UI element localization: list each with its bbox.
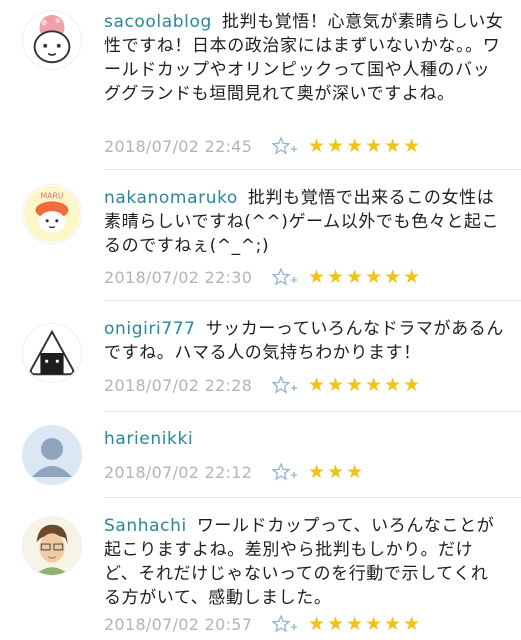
comment-item: harienikki 2018/07/02 22:12 ★★★ (0, 412, 521, 498)
username-link[interactable]: sacoolablog (104, 12, 212, 32)
add-favorite-star-icon[interactable] (272, 614, 302, 634)
add-favorite-star-icon[interactable] (272, 375, 302, 395)
user-avatar[interactable] (22, 425, 82, 485)
comment-item: sacoolablog 批判も覚悟！心意気が素晴らしい女性ですね！日本の政治家には… (0, 0, 521, 170)
add-favorite-star-icon[interactable] (272, 462, 302, 482)
man-illustration-avatar-icon (23, 517, 81, 575)
star-rating: ★★★ (308, 461, 366, 483)
comment-item: onigiri777 サッカーっていろんなドラマがあるんですね。ハマる人の気持ちわ… (0, 301, 521, 412)
comment-timestamp: 2018/07/02 22:45 (104, 136, 253, 156)
onigiri-avatar-icon (29, 329, 75, 376)
user-avatar[interactable]: MARU (22, 184, 82, 244)
add-favorite-star-icon[interactable] (272, 136, 302, 156)
star-rating: ★★★★★★ (308, 135, 423, 157)
comment-timestamp: 2018/07/02 22:28 (104, 375, 253, 395)
username-link[interactable]: harienikki (104, 429, 193, 449)
maru-character-avatar-icon: MARU (23, 185, 81, 243)
star-rating: ★★★★★★ (308, 374, 423, 396)
username-link[interactable]: Sanhachi (104, 516, 187, 536)
star-rating: ★★★★★★ (308, 613, 423, 635)
username-link[interactable]: nakanomaruko (104, 188, 238, 208)
user-avatar[interactable] (22, 323, 82, 383)
user-avatar[interactable] (22, 10, 82, 70)
default-user-avatar-icon (22, 425, 82, 485)
comment-item: MARU nakanomaruko 批判も覚悟で出来るこの女性は素晴らしいですね(… (0, 170, 521, 301)
comment-timestamp: 2018/07/02 22:12 (104, 462, 253, 482)
star-rating: ★★★★★★ (308, 266, 423, 288)
comment-item: Sanhachi ワールドカップって、いろんなことが起こりますよね。差別やら批判も… (0, 498, 521, 640)
comment-timestamp: 2018/07/02 20:57 (104, 614, 253, 634)
user-avatar[interactable] (22, 516, 82, 576)
add-favorite-star-icon[interactable] (272, 267, 302, 287)
username-link[interactable]: onigiri777 (104, 319, 196, 339)
comment-timestamp: 2018/07/02 22:30 (104, 267, 253, 287)
svg-text:MARU: MARU (41, 192, 64, 201)
pink-hair-girl-avatar-icon (33, 14, 71, 64)
